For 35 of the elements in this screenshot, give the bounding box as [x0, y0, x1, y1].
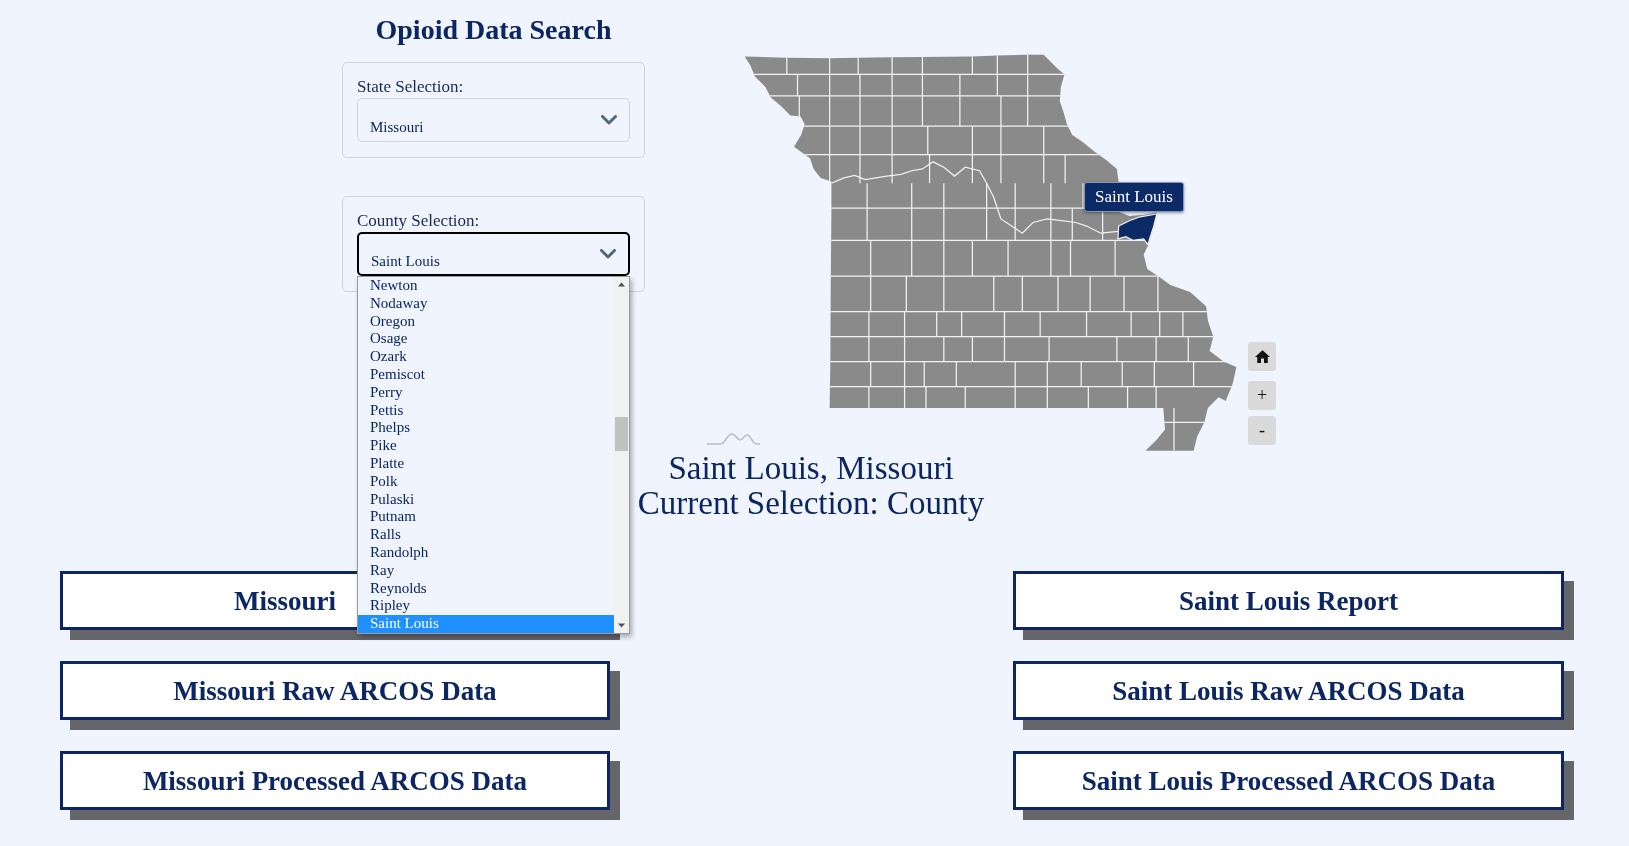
dropdown-option[interactable]: Pettis: [358, 401, 614, 420]
map-tooltip: Saint Louis: [1084, 182, 1184, 212]
dropdown-option[interactable]: Ozark: [358, 348, 614, 366]
county-select[interactable]: Saint Louis: [357, 232, 630, 276]
selection-summary-line: Saint Louis, Missouri: [668, 451, 954, 486]
dropdown-option[interactable]: Putnam: [358, 508, 614, 527]
scrollbar-thumb[interactable]: [615, 417, 628, 451]
dropdown-option[interactable]: Ralls: [358, 526, 614, 544]
dropdown-list[interactable]: Newton Nodaway Oregon Osage Ozark Pemiscot Perry Pettis Phelps Pike Platte Polk Pulaski Putnam Ralls Randolph Ray Reynolds Ripley Saint Louis: [357, 276, 630, 634]
dropdown-option[interactable]: Nodaway: [358, 294, 614, 313]
chevron-down-icon: [600, 249, 616, 259]
zoom-in-button[interactable]: +: [1248, 381, 1276, 410]
dropdown-option[interactable]: Oregon: [358, 312, 614, 331]
dropdown-option[interactable]: Phelps: [358, 419, 614, 438]
dropdown-option[interactable]: Pulaski: [358, 490, 614, 509]
scrollbar[interactable]: [614, 277, 629, 633]
field-label: State Selection:: [357, 77, 465, 97]
state-select[interactable]: Missouri: [357, 98, 630, 142]
highlighted-county[interactable]: [1117, 213, 1158, 246]
selection-summary-line: Current Selection: County: [637, 486, 985, 521]
dropdown-option[interactable]: Newton: [358, 277, 614, 295]
wave-line-icon: [707, 432, 760, 445]
dropdown-option[interactable]: Platte: [358, 454, 614, 473]
home-icon: [1254, 350, 1270, 363]
dropdown-option[interactable]: Randolph: [358, 543, 614, 562]
dropdown-option[interactable]: Pemiscot: [358, 366, 614, 384]
page-title: Opioid Data Search: [375, 13, 612, 47]
dropdown-option[interactable]: Osage: [358, 330, 614, 349]
field-label: County Selection:: [357, 211, 481, 231]
dropdown-option[interactable]: Pike: [358, 437, 614, 455]
home-button[interactable]: [1248, 342, 1276, 371]
dropdown-option[interactable]: Polk: [358, 472, 614, 491]
dropdown-option[interactable]: Perry: [358, 383, 614, 402]
chevron-down-icon: [601, 115, 617, 125]
zoom-out-button[interactable]: -: [1248, 416, 1276, 445]
